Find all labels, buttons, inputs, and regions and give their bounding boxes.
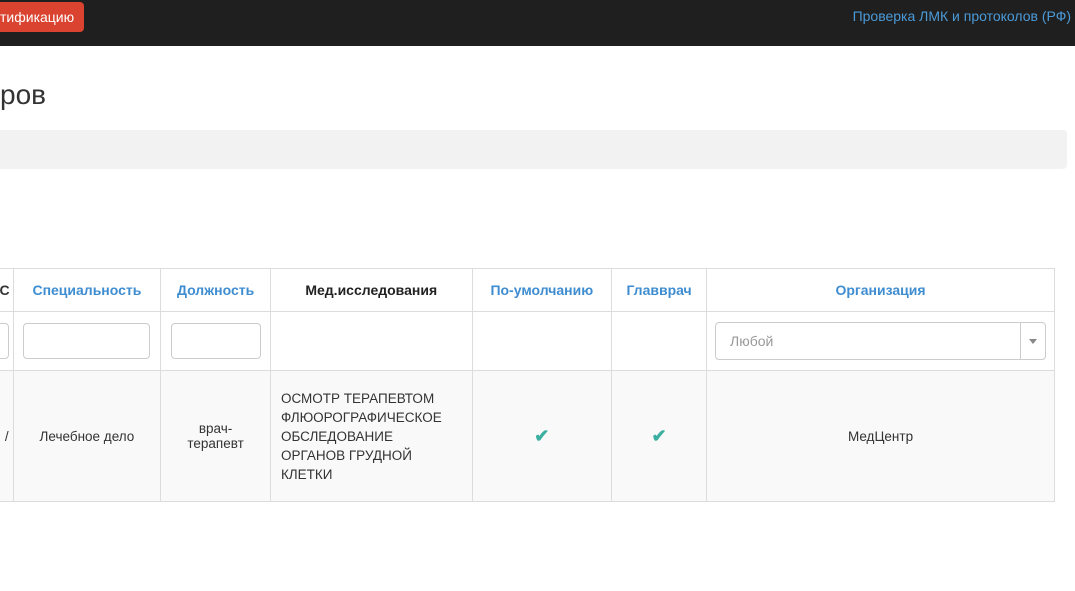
chevron-down-icon[interactable]: [1020, 323, 1045, 359]
research-line: ФЛЮОРОГРАФИЧЕСКОЕ: [280, 409, 442, 425]
sort-chief-link[interactable]: Главврач: [626, 282, 691, 298]
col-header-position[interactable]: Должность: [160, 268, 271, 312]
filter-cell-default: [471, 311, 613, 371]
filter-cell-specialty: [12, 311, 162, 371]
col-header-default[interactable]: По-умолчанию: [471, 268, 613, 312]
research-line: ОБСЛЕДОВАНИЕ: [280, 428, 393, 444]
cell-chief: ✔: [611, 370, 708, 502]
check-lmk-link[interactable]: Проверка ЛМК и протоколов (РФ): [853, 8, 1071, 24]
organization-select[interactable]: Любой: [715, 322, 1047, 360]
organization-select-value: Любой: [730, 333, 774, 349]
research-line: КЛЕТКИ: [280, 466, 333, 482]
col-header-research: Мед.исследования: [269, 268, 473, 312]
col-header-specialty[interactable]: Специальность: [12, 268, 162, 312]
sort-position-link[interactable]: Должность: [177, 282, 254, 298]
filter-cell-c: [0, 311, 14, 371]
cell-position: врач- терапевт: [160, 370, 271, 502]
filter-cell-research: [269, 311, 473, 371]
cell-default: ✔: [471, 370, 613, 502]
filter-position-input[interactable]: [170, 323, 261, 359]
table-row[interactable]: / Лечебное дело врач- терапевт ОСМОТР ТЕ…: [0, 370, 1055, 502]
filter-specialty-input[interactable]: [23, 323, 151, 359]
filter-cell-chief: [611, 311, 708, 371]
sort-specialty-link[interactable]: Специальность: [32, 282, 141, 298]
cell-specialty: Лечебное дело: [12, 370, 162, 502]
sort-default-link[interactable]: По-умолчанию: [490, 282, 593, 298]
position-line: врач-: [198, 421, 233, 436]
cell-research: ОСМОТР ТЕРАПЕВТОМ ФЛЮОРОГРАФИЧЕСКОЕ ОБСЛ…: [269, 370, 473, 502]
cell-organization: МедЦентр: [706, 370, 1055, 502]
filter-cell-organization: Любой: [706, 311, 1055, 371]
breadcrumb: [0, 130, 1067, 169]
filter-cell-position: [160, 311, 271, 371]
certification-button[interactable]: тификацию: [0, 2, 85, 32]
col-header-organization[interactable]: Организация: [706, 268, 1055, 312]
page-title: ров: [0, 79, 47, 110]
filter-row: Любой: [0, 311, 1055, 371]
table-header-row: С Специальность Должность Мед.исследован…: [0, 268, 1055, 312]
filter-c-input[interactable]: [0, 323, 9, 359]
top-navbar: тификацию Проверка ЛМК и протоколов (РФ): [0, 0, 1075, 46]
doctors-table: С Специальность Должность Мед.исследован…: [0, 268, 1055, 502]
col-header-chief[interactable]: Главврач: [611, 268, 708, 312]
research-line: ОРГАНОВ ГРУДНОЙ: [280, 447, 412, 463]
checkmark-icon: ✔: [651, 425, 667, 446]
checkmark-icon: ✔: [534, 425, 550, 446]
col-header-c[interactable]: С: [0, 268, 14, 312]
cell-c: /: [0, 370, 14, 502]
sort-organization-link[interactable]: Организация: [835, 282, 925, 298]
research-line: ОСМОТР ТЕРАПЕВТОМ: [280, 390, 435, 406]
position-line: терапевт: [187, 436, 244, 451]
